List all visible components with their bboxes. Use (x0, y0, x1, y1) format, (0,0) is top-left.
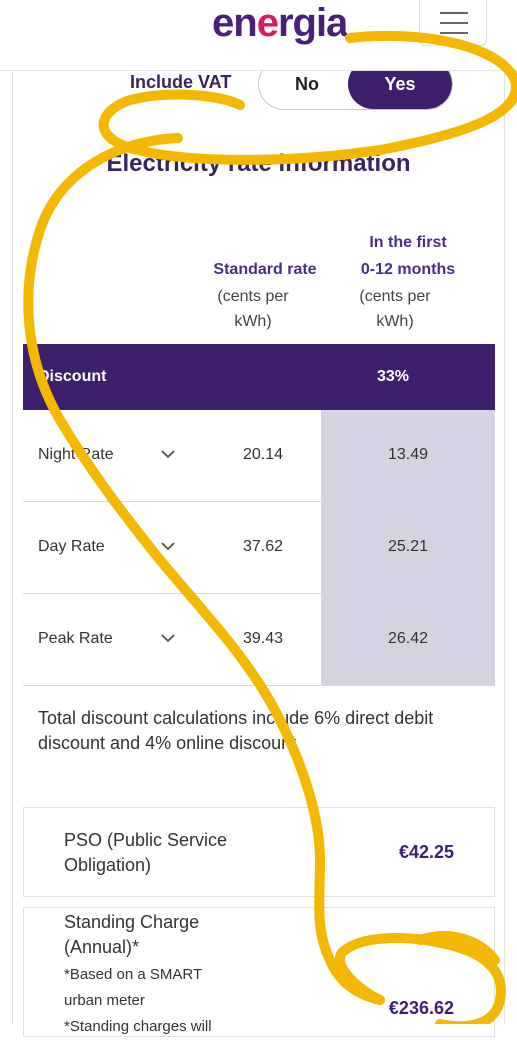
energia-logo[interactable]: energia (212, 0, 347, 46)
discount-note: Total discount calculations include 6% d… (38, 708, 434, 753)
hamburger-icon (440, 12, 468, 14)
hamburger-icon-line (440, 22, 468, 24)
standing-charge-value: €236.62 (388, 998, 454, 1018)
first-months-cell: 13.49 (321, 410, 495, 501)
rate-name: Peak Rate (38, 630, 113, 647)
standing-charge-note: *Based on a SMART urban meter *Standing … (64, 962, 244, 1040)
standard-rate-heading: Standard rate (213, 261, 317, 278)
first-months-value: 13.49 (387, 446, 429, 463)
logo-text-suffix: rgia (277, 1, 348, 45)
section-title: Electricity rate information (106, 150, 411, 177)
chevron-down-icon[interactable] (160, 632, 176, 644)
discount-label: Discount (38, 368, 107, 385)
first-months-heading-line2: 0-12 months (360, 261, 456, 278)
rate-name: Day Rate (38, 538, 105, 555)
include-vat-label: Include VAT (130, 72, 232, 92)
rate-row-night[interactable]: Night Rate 20.14 13.49 (23, 410, 495, 502)
pso-label: PSO (Public Service Obligation) (64, 830, 228, 875)
first-months-cell: 25.21 (321, 502, 495, 593)
menu-button[interactable] (419, 0, 487, 46)
first-months-value: 25.21 (387, 538, 429, 555)
standard-rate-unit-line2: kWh) (234, 313, 272, 330)
standing-charge-note-line3: *Standing charges will (64, 1018, 212, 1035)
logo-text-accent: e (256, 1, 279, 45)
discount-row: Discount 33% (23, 344, 495, 410)
discount-value: 33% (376, 368, 410, 385)
rate-name: Night Rate (38, 446, 114, 463)
chevron-down-icon[interactable] (160, 448, 176, 460)
pso-box: PSO (Public Service Obligation) €42.25 (23, 807, 495, 897)
chevron-down-icon[interactable] (160, 540, 176, 552)
rate-row-day[interactable]: Day Rate 37.62 25.21 (23, 502, 495, 594)
pso-value: €42.25 (398, 842, 454, 862)
standard-rate-unit-line1: (cents per (217, 288, 289, 305)
standing-charge-note-line2: urban meter (64, 992, 145, 1009)
standing-charge-note-line1: *Based on a SMART (64, 966, 203, 983)
hamburger-icon-line (440, 32, 468, 34)
first-months-value: 26.42 (387, 630, 429, 647)
standard-rate-value: 39.43 (242, 630, 284, 647)
first-months-heading-line1: In the first (369, 234, 447, 251)
logo-text-prefix: en (212, 1, 258, 45)
site-header: energia (0, 0, 517, 71)
first-months-cell: 26.42 (321, 594, 495, 685)
rate-row-peak[interactable]: Peak Rate 39.43 26.42 (23, 594, 495, 686)
standing-charge-box: Standing Charge (Annual)* *Based on a SM… (23, 907, 495, 1037)
standing-charge-label: Standing Charge (Annual)* (64, 912, 200, 957)
standard-rate-value: 37.62 (242, 538, 284, 555)
standard-rate-value: 20.14 (242, 446, 284, 463)
first-months-unit-line2: kWh) (376, 313, 414, 330)
first-months-unit-line1: (cents per (359, 288, 431, 305)
